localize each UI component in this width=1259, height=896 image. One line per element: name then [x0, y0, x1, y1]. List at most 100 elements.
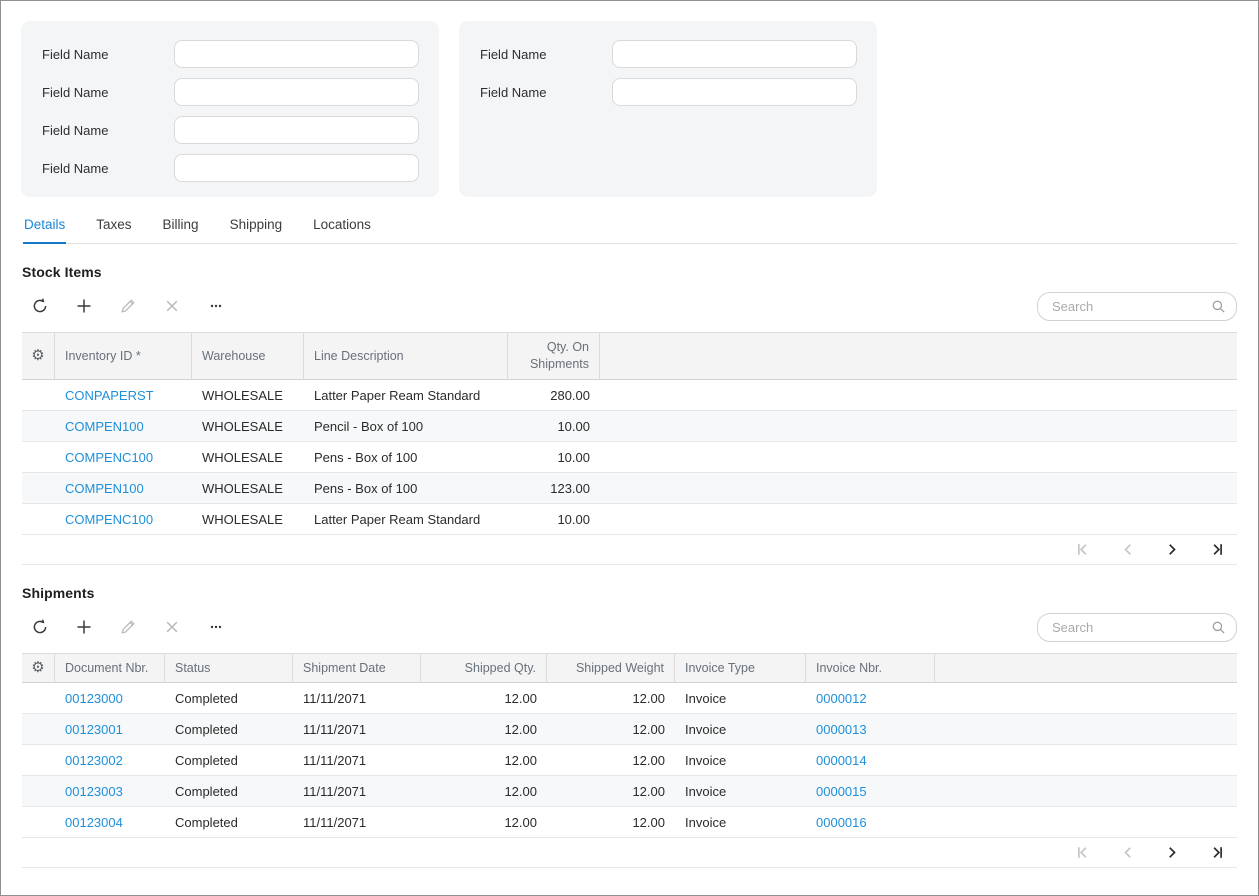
edit-row-button[interactable] — [119, 297, 137, 315]
tab-taxes[interactable]: Taxes — [95, 211, 132, 243]
field-input[interactable] — [174, 78, 419, 106]
column-settings-gear-icon[interactable]: ⚙ — [22, 654, 55, 682]
qty-cell: 280.00 — [508, 388, 600, 403]
table-row[interactable]: COMPEN100 WHOLESALE Pens - Box of 100 12… — [22, 473, 1237, 504]
field-row: Field Name — [42, 154, 439, 182]
last-page-button[interactable] — [1209, 844, 1226, 861]
next-page-button[interactable] — [1164, 844, 1181, 861]
field-label: Field Name — [42, 85, 174, 100]
column-header-shipment-date[interactable]: Shipment Date — [293, 654, 421, 682]
column-header-status[interactable]: Status — [165, 654, 293, 682]
table-row[interactable]: 00123003 Completed 11/11/2071 12.00 12.0… — [22, 776, 1237, 807]
column-header-invoice-type[interactable]: Invoice Type — [675, 654, 806, 682]
shipped-qty-cell: 12.00 — [421, 815, 547, 830]
field-row: Field Name — [480, 78, 877, 106]
line-description-cell: Latter Paper Ream Standard — [304, 512, 508, 527]
search-input[interactable] — [1050, 298, 1211, 315]
column-header-inventory-id[interactable]: Inventory ID * — [55, 333, 192, 379]
column-header-warehouse[interactable]: Warehouse — [192, 333, 304, 379]
shipments-toolbar — [22, 601, 1237, 653]
invoice-type-cell: Invoice — [675, 815, 806, 830]
add-row-button[interactable] — [75, 618, 93, 636]
refresh-button[interactable] — [31, 297, 49, 315]
warehouse-cell: WHOLESALE — [192, 419, 304, 434]
shipment-date-cell: 11/11/2071 — [293, 722, 421, 737]
status-cell: Completed — [165, 815, 293, 830]
first-page-button[interactable] — [1074, 541, 1091, 558]
column-header-invoice-nbr[interactable]: Invoice Nbr. — [806, 654, 935, 682]
refresh-button[interactable] — [31, 618, 49, 636]
stock-items-search — [1037, 292, 1237, 321]
line-description-cell: Pens - Box of 100 — [304, 481, 508, 496]
warehouse-cell: WHOLESALE — [192, 512, 304, 527]
shipments-section: Shipments ⚙ Document Nbr. Status Shipmen… — [22, 585, 1237, 868]
table-row[interactable]: COMPEN100 WHOLESALE Pencil - Box of 100 … — [22, 411, 1237, 442]
previous-page-button[interactable] — [1119, 541, 1136, 558]
shipped-weight-cell: 12.00 — [547, 722, 675, 737]
column-header-shipped-weight[interactable]: Shipped Weight — [547, 654, 675, 682]
invoice-type-cell: Invoice — [675, 722, 806, 737]
field-label: Field Name — [480, 47, 612, 62]
column-header-document-nbr[interactable]: Document Nbr. — [55, 654, 165, 682]
warehouse-cell: WHOLESALE — [192, 388, 304, 403]
search-icon[interactable] — [1211, 620, 1226, 635]
field-label: Field Name — [42, 123, 174, 138]
field-input[interactable] — [612, 40, 857, 68]
next-page-button[interactable] — [1164, 541, 1181, 558]
field-input[interactable] — [174, 40, 419, 68]
shipments-grid: ⚙ Document Nbr. Status Shipment Date Shi… — [22, 653, 1237, 868]
invoice-nbr-link: 0000015 — [806, 784, 935, 799]
delete-row-button[interactable] — [163, 297, 181, 315]
status-cell: Completed — [165, 691, 293, 706]
line-description-cell: Pens - Box of 100 — [304, 450, 508, 465]
table-row[interactable]: 00123004 Completed 11/11/2071 12.00 12.0… — [22, 807, 1237, 838]
stock-items-section: Stock Items ⚙ Inventory ID * Warehouse L… — [22, 264, 1237, 565]
field-label: Field Name — [480, 85, 612, 100]
tab-details[interactable]: Details — [23, 211, 66, 244]
table-row[interactable]: 00123000 Completed 11/11/2071 12.00 12.0… — [22, 683, 1237, 714]
delete-row-button[interactable] — [163, 618, 181, 636]
tab-billing[interactable]: Billing — [162, 211, 200, 243]
document-nbr-link: 00123003 — [55, 784, 165, 799]
edit-row-button[interactable] — [119, 618, 137, 636]
column-settings-gear-icon[interactable]: ⚙ — [22, 333, 55, 379]
table-row[interactable]: CONPAPERST WHOLESALE Latter Paper Ream S… — [22, 380, 1237, 411]
previous-page-button[interactable] — [1119, 844, 1136, 861]
more-actions-button[interactable] — [207, 618, 225, 636]
column-header-filler — [935, 654, 1237, 682]
table-row[interactable]: COMPENC100 WHOLESALE Latter Paper Ream S… — [22, 504, 1237, 535]
shipment-date-cell: 11/11/2071 — [293, 815, 421, 830]
stock-items-toolbar — [22, 280, 1237, 332]
invoice-nbr-link: 0000012 — [806, 691, 935, 706]
invoice-nbr-link: 0000016 — [806, 815, 935, 830]
search-input[interactable] — [1050, 619, 1211, 636]
tab-shipping[interactable]: Shipping — [229, 211, 284, 243]
add-row-button[interactable] — [75, 297, 93, 315]
more-actions-button[interactable] — [207, 297, 225, 315]
qty-cell: 123.00 — [508, 481, 600, 496]
field-input[interactable] — [174, 116, 419, 144]
inventory-id-link: COMPENC100 — [55, 450, 192, 465]
field-input[interactable] — [612, 78, 857, 106]
last-page-button[interactable] — [1209, 541, 1226, 558]
shipments-search — [1037, 613, 1237, 642]
warehouse-cell: WHOLESALE — [192, 481, 304, 496]
shipment-date-cell: 11/11/2071 — [293, 691, 421, 706]
shipment-date-cell: 11/11/2071 — [293, 753, 421, 768]
column-header-line-description[interactable]: Line Description — [304, 333, 508, 379]
field-input[interactable] — [174, 154, 419, 182]
table-row[interactable]: 00123001 Completed 11/11/2071 12.00 12.0… — [22, 714, 1237, 745]
table-row[interactable]: COMPENC100 WHOLESALE Pens - Box of 100 1… — [22, 442, 1237, 473]
tab-locations[interactable]: Locations — [312, 211, 372, 243]
inventory-id-link: COMPENC100 — [55, 512, 192, 527]
search-icon[interactable] — [1211, 299, 1226, 314]
document-nbr-link: 00123002 — [55, 753, 165, 768]
form-panels: Field Name Field Name Field Name Field N… — [1, 1, 1258, 197]
column-header-shipped-qty[interactable]: Shipped Qty. — [421, 654, 547, 682]
table-row[interactable]: 00123002 Completed 11/11/2071 12.00 12.0… — [22, 745, 1237, 776]
first-page-button[interactable] — [1074, 844, 1091, 861]
column-header-qty-on-shipments[interactable]: Qty. On Shipments — [508, 333, 600, 379]
shipped-qty-cell: 12.00 — [421, 722, 547, 737]
inventory-id-link: COMPEN100 — [55, 419, 192, 434]
field-row: Field Name — [42, 78, 439, 106]
